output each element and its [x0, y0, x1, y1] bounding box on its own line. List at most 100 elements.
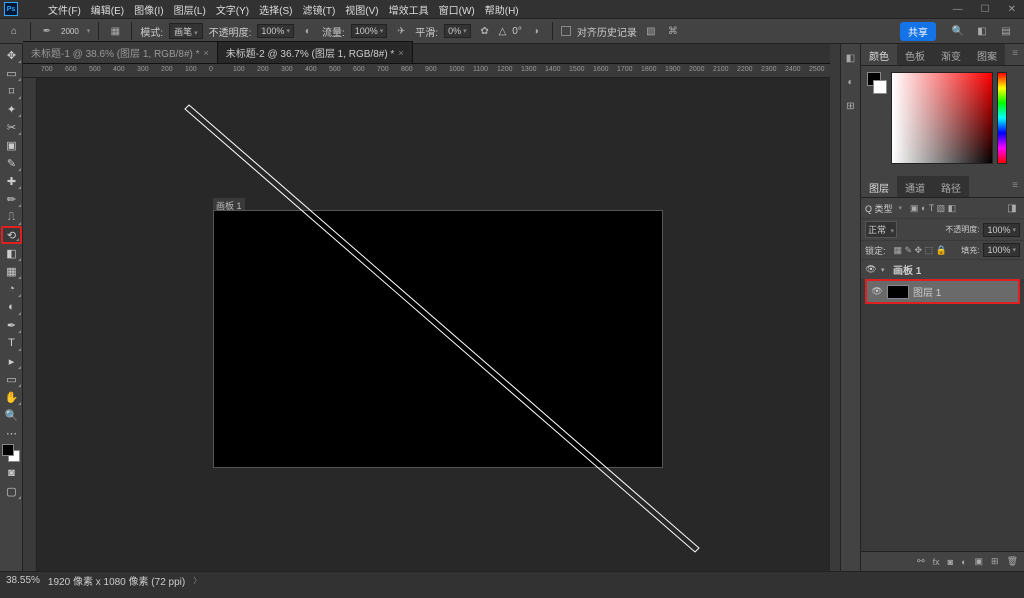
pressure-opacity-icon[interactable]: ◐	[300, 23, 316, 39]
menu-type[interactable]: 文字(Y)	[212, 2, 253, 17]
minimize-button[interactable]: —	[949, 4, 967, 15]
history-source-icon[interactable]: ▧	[643, 23, 659, 39]
blur-tool[interactable]: ◔	[1, 280, 22, 298]
menu-help[interactable]: 帮助(H)	[481, 2, 523, 17]
properties-icon[interactable]: ◧	[843, 50, 859, 66]
dodge-tool[interactable]: ◐	[1, 298, 22, 316]
history-brush-tool[interactable]: ⟲	[1, 226, 22, 244]
gradient-tool[interactable]: ▦	[1, 262, 22, 280]
hand-tool[interactable]: ✋	[1, 388, 22, 406]
align-checkbox[interactable]	[561, 26, 571, 36]
layer-thumbnail[interactable]	[887, 285, 909, 299]
mode-select[interactable]: 画笔▾	[169, 23, 203, 39]
eyedropper-tool[interactable]: ✎	[1, 154, 22, 172]
menu-file[interactable]: 文件(F)	[44, 2, 85, 17]
zoom-tool[interactable]: 🔍	[1, 406, 22, 424]
frame-tool[interactable]: ▣	[1, 136, 22, 154]
filter-toggle-icon[interactable]: ◨	[1004, 200, 1020, 216]
adjustments-icon[interactable]: ◐	[843, 74, 859, 90]
screenmode-tool[interactable]: ▢	[1, 482, 22, 500]
document-tab-2[interactable]: 未标题-2 @ 36.7% (图层 1, RGB/8#) *×	[218, 41, 413, 63]
opacity-input[interactable]: 100%▾	[257, 24, 294, 38]
eraser-tool[interactable]: ◧	[1, 244, 22, 262]
fold-icon[interactable]: ▾	[881, 266, 889, 274]
libraries-icon[interactable]: ⊞	[843, 98, 859, 114]
layer-style-icon[interactable]: fx	[933, 557, 940, 567]
visibility-icon[interactable]: 👁	[871, 286, 883, 298]
tab-gradients[interactable]: 渐变	[933, 44, 969, 65]
stamp-tool[interactable]: ⎍	[1, 208, 22, 226]
menu-edit[interactable]: 编辑(E)	[87, 2, 128, 17]
color-swatch[interactable]	[2, 444, 20, 462]
heal-tool[interactable]: ✚	[1, 172, 22, 190]
fill-input[interactable]: 100%▾	[983, 243, 1020, 257]
layer-mask-icon[interactable]: ◙	[948, 557, 953, 567]
menu-plugin[interactable]: 增效工具	[385, 2, 433, 17]
menu-image[interactable]: 图像(I)	[130, 2, 167, 17]
menu-window[interactable]: 窗口(W)	[435, 2, 479, 17]
horizontal-ruler[interactable]: 7006005004003002001000100200300400500600…	[23, 64, 830, 78]
lasso-tool[interactable]: ⌑	[1, 82, 22, 100]
search-icon[interactable]: 🔍	[950, 23, 966, 39]
smooth-input[interactable]: 0%▾	[444, 24, 471, 38]
delete-layer-icon[interactable]: 🗑	[1007, 556, 1018, 567]
new-layer-icon[interactable]: ⊞	[991, 556, 999, 567]
panel-menu-icon[interactable]: ≡	[1006, 176, 1024, 197]
tab-patterns[interactable]: 图案	[969, 44, 1005, 65]
home-icon[interactable]: ⌂	[6, 23, 22, 39]
adjustment-layer-icon[interactable]: ◐	[961, 557, 966, 567]
wand-tool[interactable]: ✦	[1, 100, 22, 118]
brush-panel-icon[interactable]: ▦	[107, 23, 123, 39]
artboard-row[interactable]: 👁 ▾ 画板 1	[861, 260, 1024, 279]
panel-menu-icon[interactable]: ≡	[1006, 44, 1024, 65]
menu-select[interactable]: 选择(S)	[255, 2, 296, 17]
brush-tool[interactable]: ✏	[1, 190, 22, 208]
tab-paths[interactable]: 路径	[933, 176, 969, 197]
tab-layers[interactable]: 图层	[861, 176, 897, 197]
arrange-icon[interactable]: ▤	[998, 23, 1014, 39]
panel-swatch[interactable]	[867, 72, 887, 94]
menu-filter[interactable]: 滤镜(T)	[299, 2, 340, 17]
tablet-icon[interactable]: ⌘	[665, 23, 681, 39]
brush-size[interactable]: 2000	[61, 27, 79, 36]
canvas[interactable]: 画板 1	[23, 78, 830, 571]
crop-tool[interactable]: ✂	[1, 118, 22, 136]
close-tab-icon[interactable]: ×	[398, 48, 403, 58]
lock-icons[interactable]: ▦ ✎ ✥ ⬚ 🔒	[894, 245, 947, 256]
visibility-icon[interactable]: 👁	[865, 264, 877, 276]
brush-icon[interactable]: ✒	[39, 23, 55, 39]
layer-row-selected[interactable]: 👁 图层 1	[865, 279, 1020, 304]
pen-tool[interactable]: ✒	[1, 316, 22, 334]
quickmask-tool[interactable]: ◙	[1, 464, 22, 482]
maximize-button[interactable]: ☐	[977, 4, 994, 15]
marquee-tool[interactable]: ▭	[1, 64, 22, 82]
artboard-name[interactable]: 画板 1	[893, 262, 921, 277]
layer-filter-icons[interactable]: ▣ ◐ T ▧ ◧	[910, 203, 956, 214]
type-tool[interactable]: T	[1, 334, 22, 352]
layer-name[interactable]: 图层 1	[913, 284, 941, 299]
menu-layer[interactable]: 图层(L)	[170, 2, 210, 17]
color-field[interactable]	[891, 72, 993, 164]
close-tab-icon[interactable]: ×	[204, 48, 209, 58]
layer-opacity-input[interactable]: 100%▾	[983, 223, 1020, 237]
shape-tool[interactable]: ▭	[1, 370, 22, 388]
tab-channels[interactable]: 通道	[897, 176, 933, 197]
flow-input[interactable]: 100%▾	[351, 24, 388, 38]
blend-mode-select[interactable]: 正常 ▾	[865, 221, 897, 238]
share-button[interactable]: 共享	[900, 22, 936, 41]
menu-view[interactable]: 视图(V)	[341, 2, 382, 17]
close-button[interactable]: ✕	[1004, 4, 1020, 15]
edit-toolbar[interactable]: ⋯	[1, 424, 22, 442]
move-tool[interactable]: ✥	[1, 46, 22, 64]
workspace-icon[interactable]: ◧	[974, 23, 990, 39]
path-select-tool[interactable]: ▸	[1, 352, 22, 370]
link-layers-icon[interactable]: ⚯	[917, 556, 925, 567]
tab-color[interactable]: 颜色	[861, 44, 897, 65]
airbrush-icon[interactable]: ✈	[393, 23, 409, 39]
smooth-settings-icon[interactable]: ✿	[477, 23, 493, 39]
group-icon[interactable]: ▣	[975, 556, 984, 567]
angle-value[interactable]: 0°	[512, 26, 522, 37]
tab-swatches[interactable]: 色板	[897, 44, 933, 65]
document-tab-1[interactable]: 未标题-1 @ 38.6% (图层 1, RGB/8#) *×	[23, 41, 218, 63]
hue-slider[interactable]	[997, 72, 1007, 164]
